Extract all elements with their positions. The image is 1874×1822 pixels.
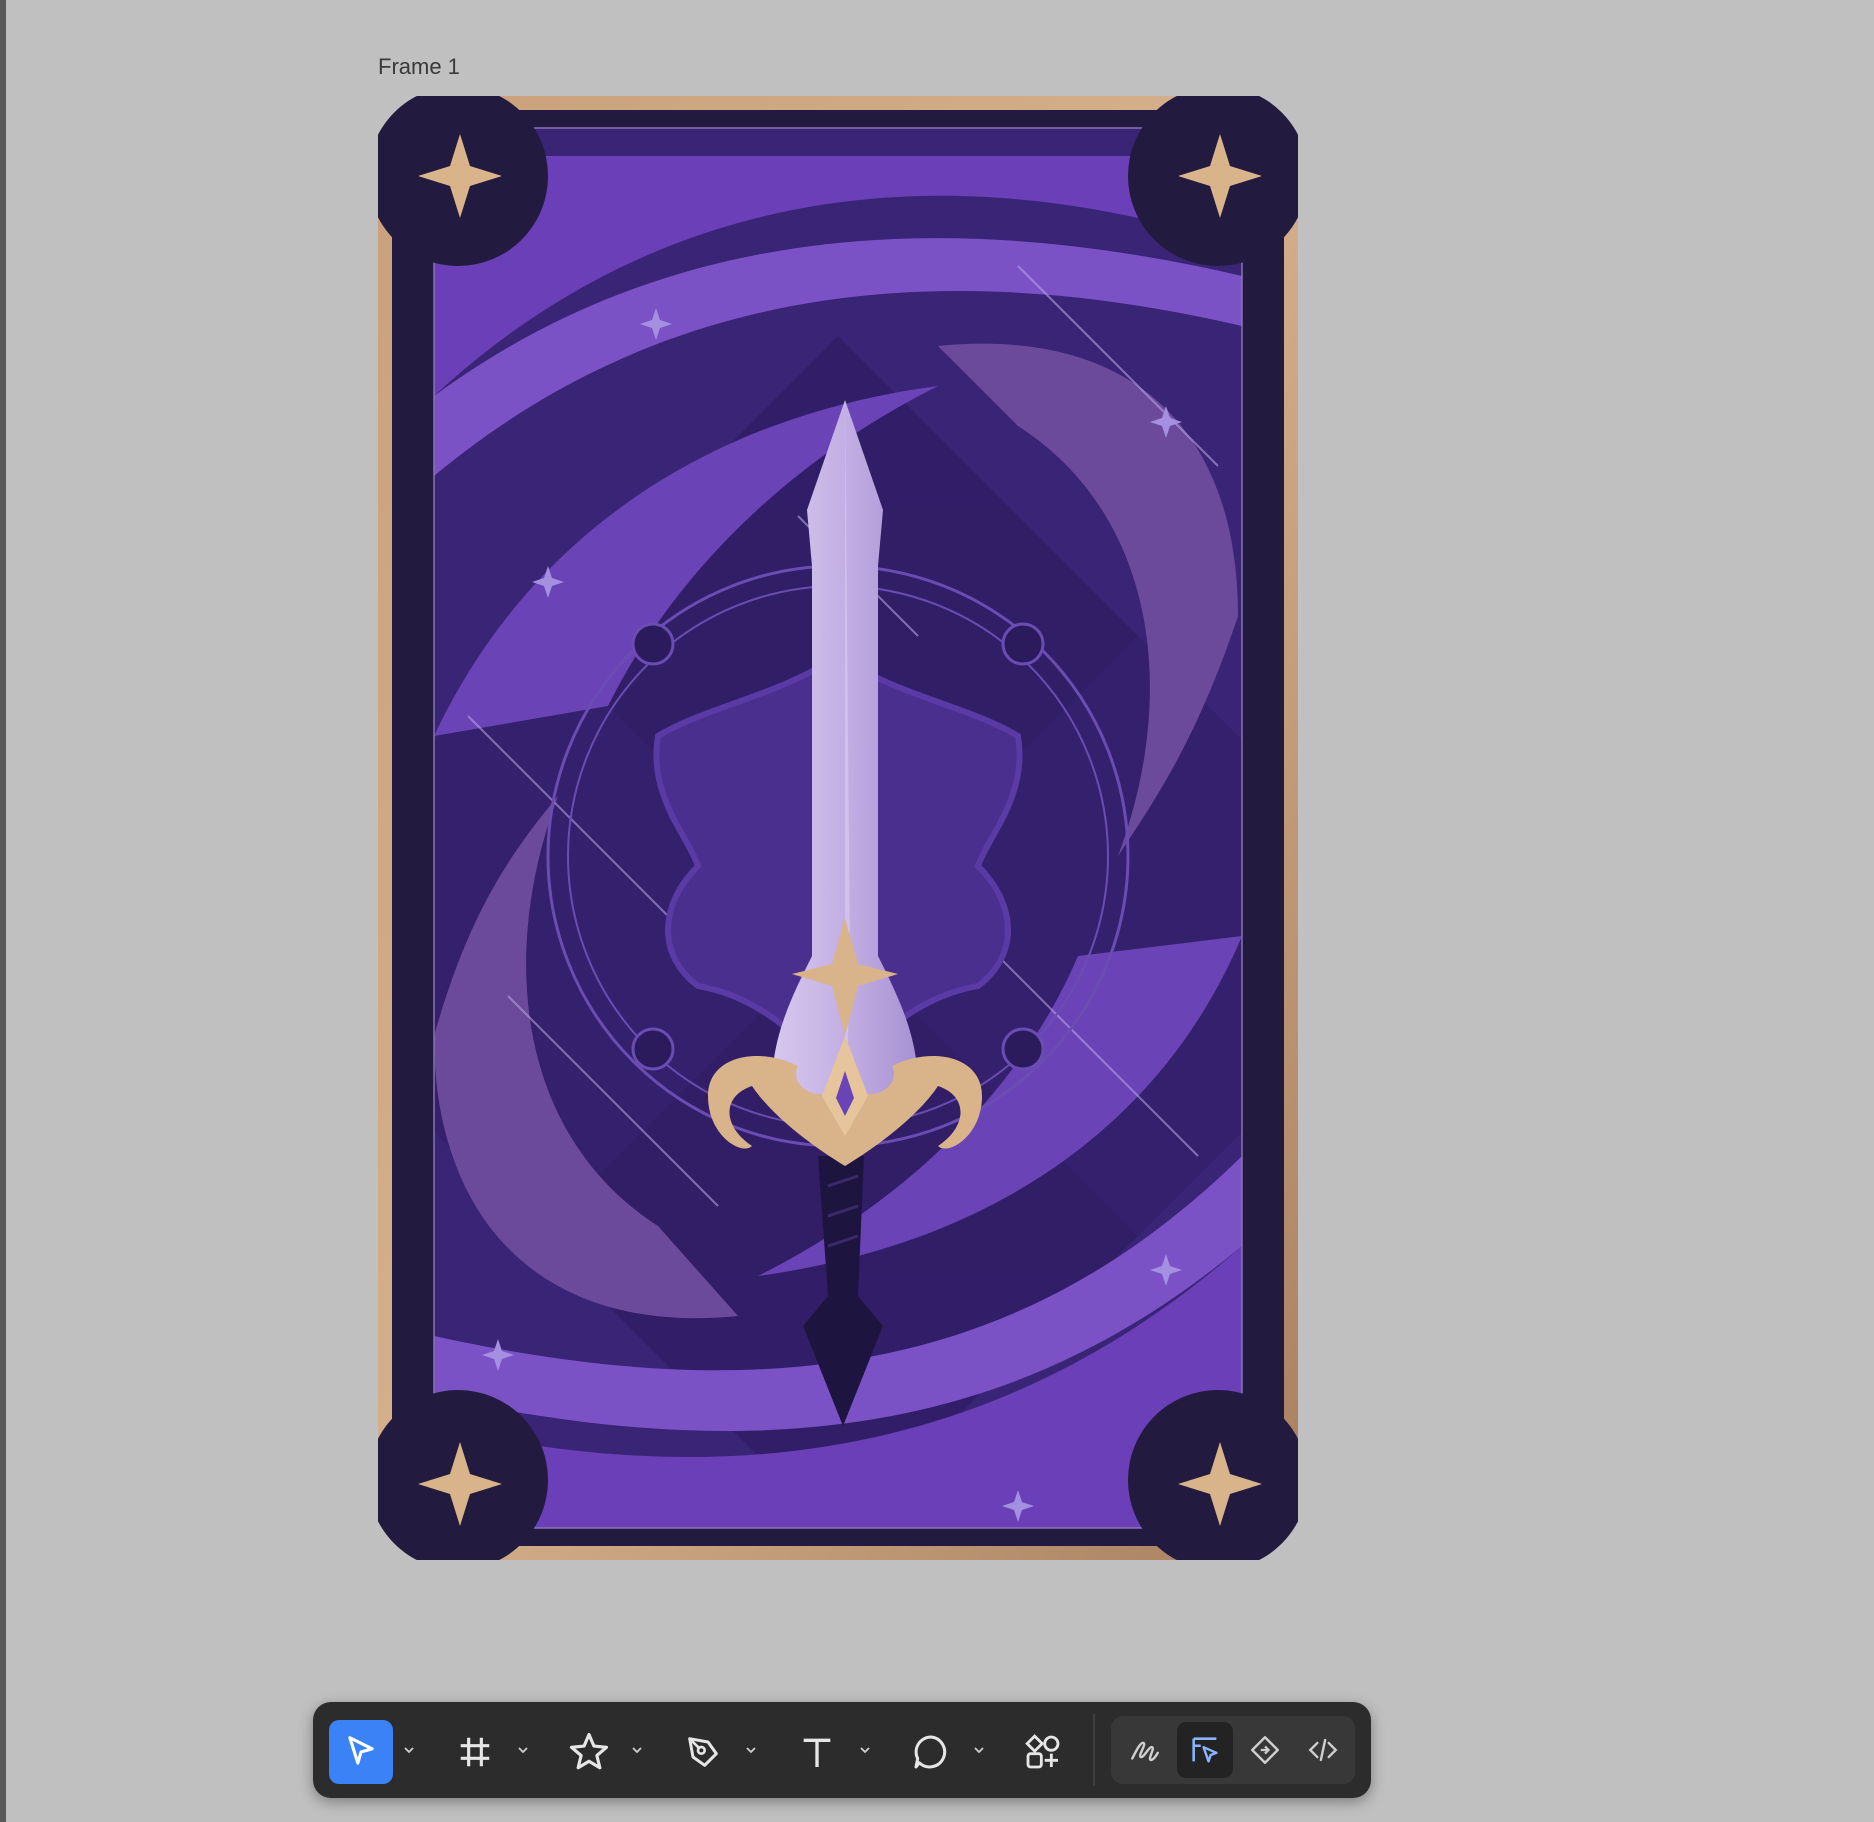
move-tool-chevron-down-icon[interactable] — [401, 1742, 417, 1758]
sword-card-artwork[interactable] — [378, 96, 1298, 1560]
text-tool-chevron-down-icon[interactable] — [857, 1742, 873, 1758]
components-icon — [1025, 1734, 1060, 1769]
move-tool-button[interactable] — [329, 1720, 393, 1784]
design-mode-button[interactable] — [1177, 1722, 1233, 1778]
text-icon — [803, 1738, 831, 1767]
draw-mode-button[interactable] — [1117, 1722, 1173, 1778]
mode-switcher — [1111, 1716, 1355, 1784]
actions-tool-button[interactable] — [1011, 1720, 1075, 1784]
comment-icon — [914, 1735, 947, 1769]
text-tool-button[interactable] — [785, 1720, 849, 1784]
draw-icon — [1131, 1741, 1159, 1762]
comment-tool-chevron-down-icon[interactable] — [971, 1742, 987, 1758]
shape-tool-button[interactable] — [557, 1720, 621, 1784]
comment-tool-button[interactable] — [899, 1720, 963, 1784]
prototype-mode-button[interactable] — [1237, 1722, 1293, 1778]
pen-tool-button[interactable] — [671, 1720, 735, 1784]
left-panel-edge — [0, 0, 6, 1822]
frame-tool-button[interactable] — [443, 1720, 507, 1784]
pen-tool-chevron-down-icon[interactable] — [743, 1742, 759, 1758]
cursor-icon — [348, 1736, 374, 1765]
code-icon — [1308, 1738, 1338, 1762]
star-icon — [569, 1732, 609, 1770]
bottom-toolbar — [313, 1702, 1371, 1798]
shape-tool-chevron-down-icon[interactable] — [629, 1742, 645, 1758]
frame-label[interactable]: Frame 1 — [378, 54, 460, 80]
prototype-icon — [1251, 1736, 1279, 1764]
design-icon — [1192, 1737, 1218, 1763]
toolbar-divider — [1093, 1714, 1095, 1786]
pen-icon — [688, 1737, 718, 1767]
hash-frame-icon — [460, 1737, 490, 1767]
frame-tool-chevron-down-icon[interactable] — [515, 1742, 531, 1758]
dev-mode-button[interactable] — [1295, 1722, 1351, 1778]
